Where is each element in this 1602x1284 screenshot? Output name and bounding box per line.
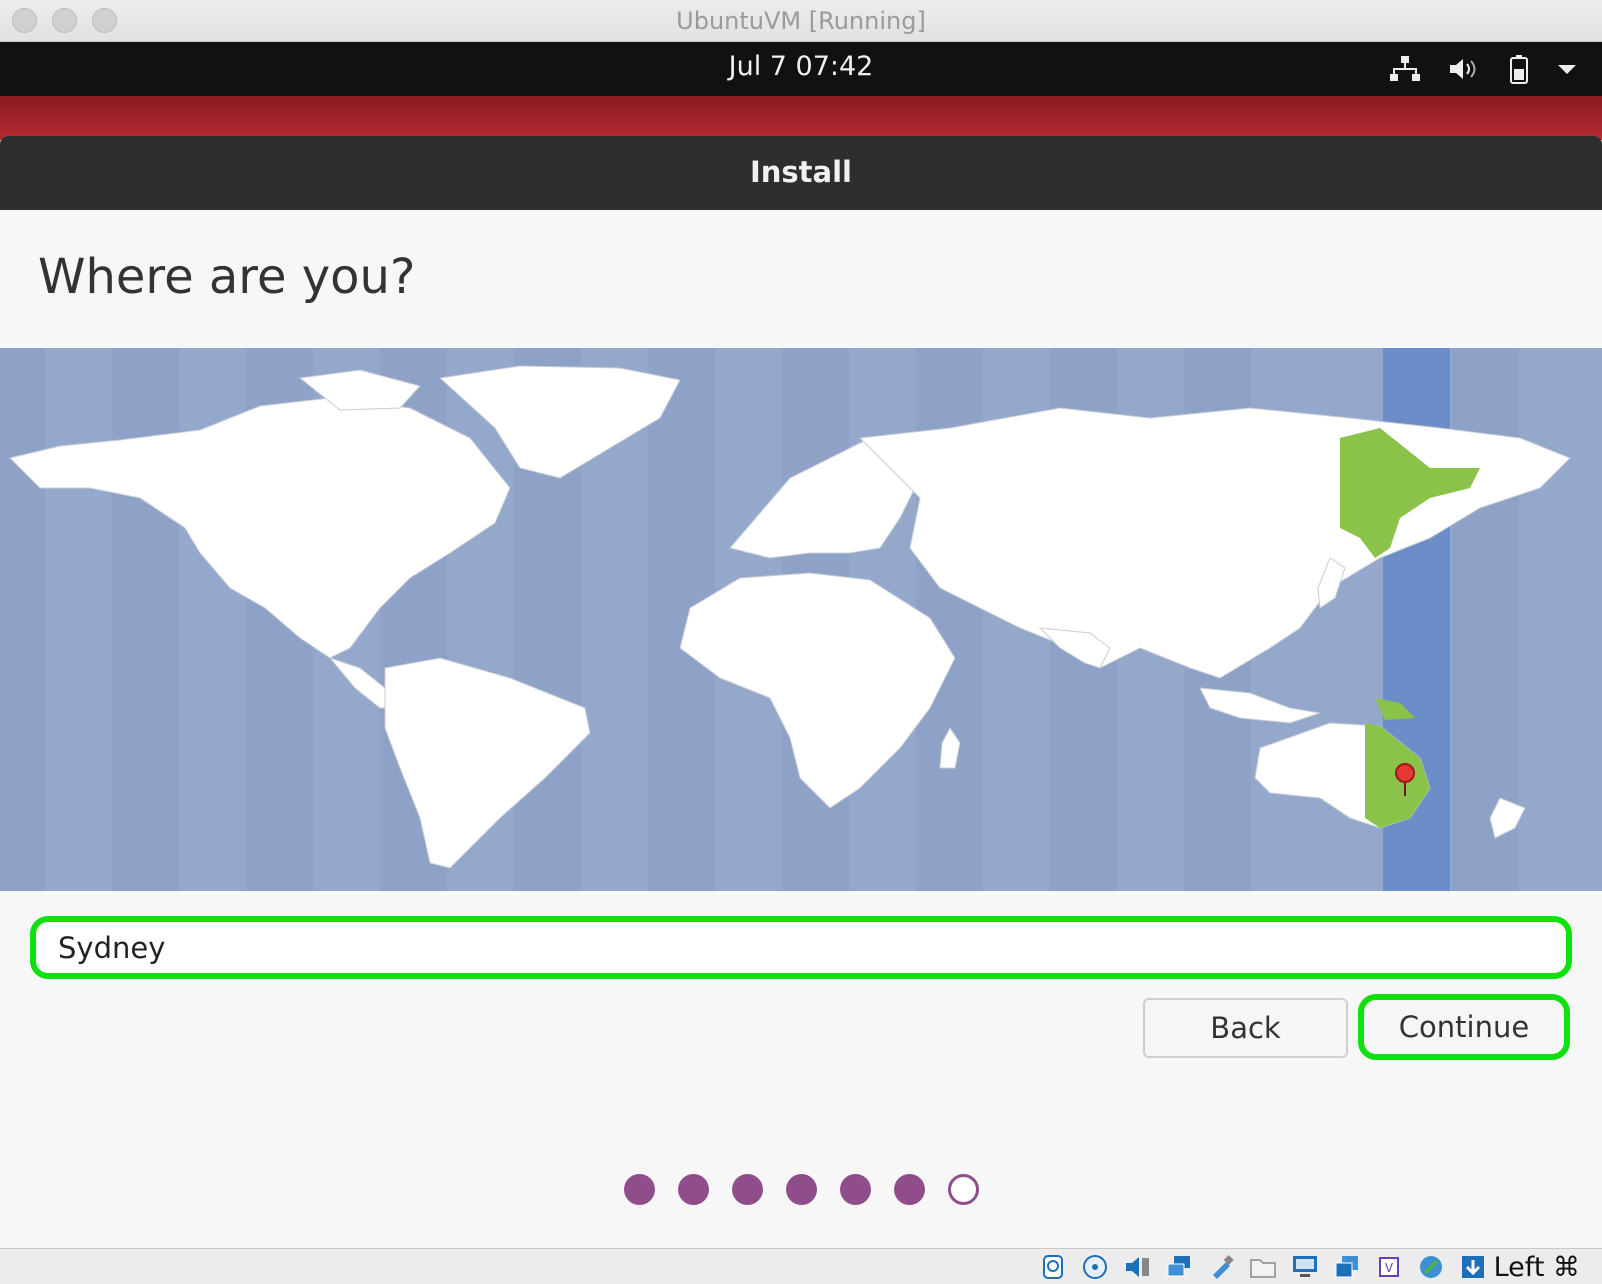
network-adapter-icon[interactable] [1164,1253,1194,1281]
timezone-city-input[interactable] [30,916,1572,979]
back-button[interactable]: Back [1143,998,1348,1058]
audio-icon[interactable] [1122,1253,1152,1281]
dialog-header: Install [0,136,1602,210]
hard-disk-icon[interactable] [1038,1253,1068,1281]
window-title: UbuntuVM [Running] [676,7,926,35]
progress-dot [731,1174,763,1205]
shared-folder-icon[interactable] [1248,1253,1278,1281]
ubuntu-top-panel: Jul 7 07:42 [0,42,1602,96]
window-title-bar: UbuntuVM [Running] [0,0,1602,42]
host-key-label: Left ⌘ [1493,1252,1580,1283]
installer-dialog: Install Where are you? Sydney Back Conti… [0,136,1602,1248]
volume-icon[interactable] [1446,52,1480,86]
cpu-icon[interactable]: V [1374,1253,1404,1281]
page-title: Where are you? [38,249,416,305]
optical-disk-icon[interactable] [1080,1253,1110,1281]
virtualbox-status-bar: V Left ⌘ [0,1248,1602,1284]
desktop-background-strip [0,96,1602,140]
battery-icon[interactable] [1502,52,1536,86]
recording-icon[interactable] [1332,1253,1362,1281]
install-progress-dots [0,1174,1602,1205]
svg-text:V: V [1385,1261,1394,1275]
network-icon[interactable] [1388,52,1422,86]
continue-button[interactable]: Continue [1358,994,1570,1060]
progress-dot-current [947,1174,979,1205]
progress-dot [893,1174,925,1205]
progress-dot [677,1174,709,1205]
progress-dot [623,1174,655,1205]
panel-clock[interactable]: Jul 7 07:42 [0,51,1602,82]
display-icon[interactable] [1290,1253,1320,1281]
usb-icon[interactable] [1206,1253,1236,1281]
progress-dot [785,1174,817,1205]
progress-dot [839,1174,871,1205]
timezone-map[interactable] [0,348,1602,891]
mouse-integration-icon[interactable] [1416,1253,1446,1281]
dialog-title: Install [749,155,852,189]
keyboard-capture-icon[interactable] [1458,1253,1488,1281]
system-menu-icon[interactable] [1550,52,1584,86]
